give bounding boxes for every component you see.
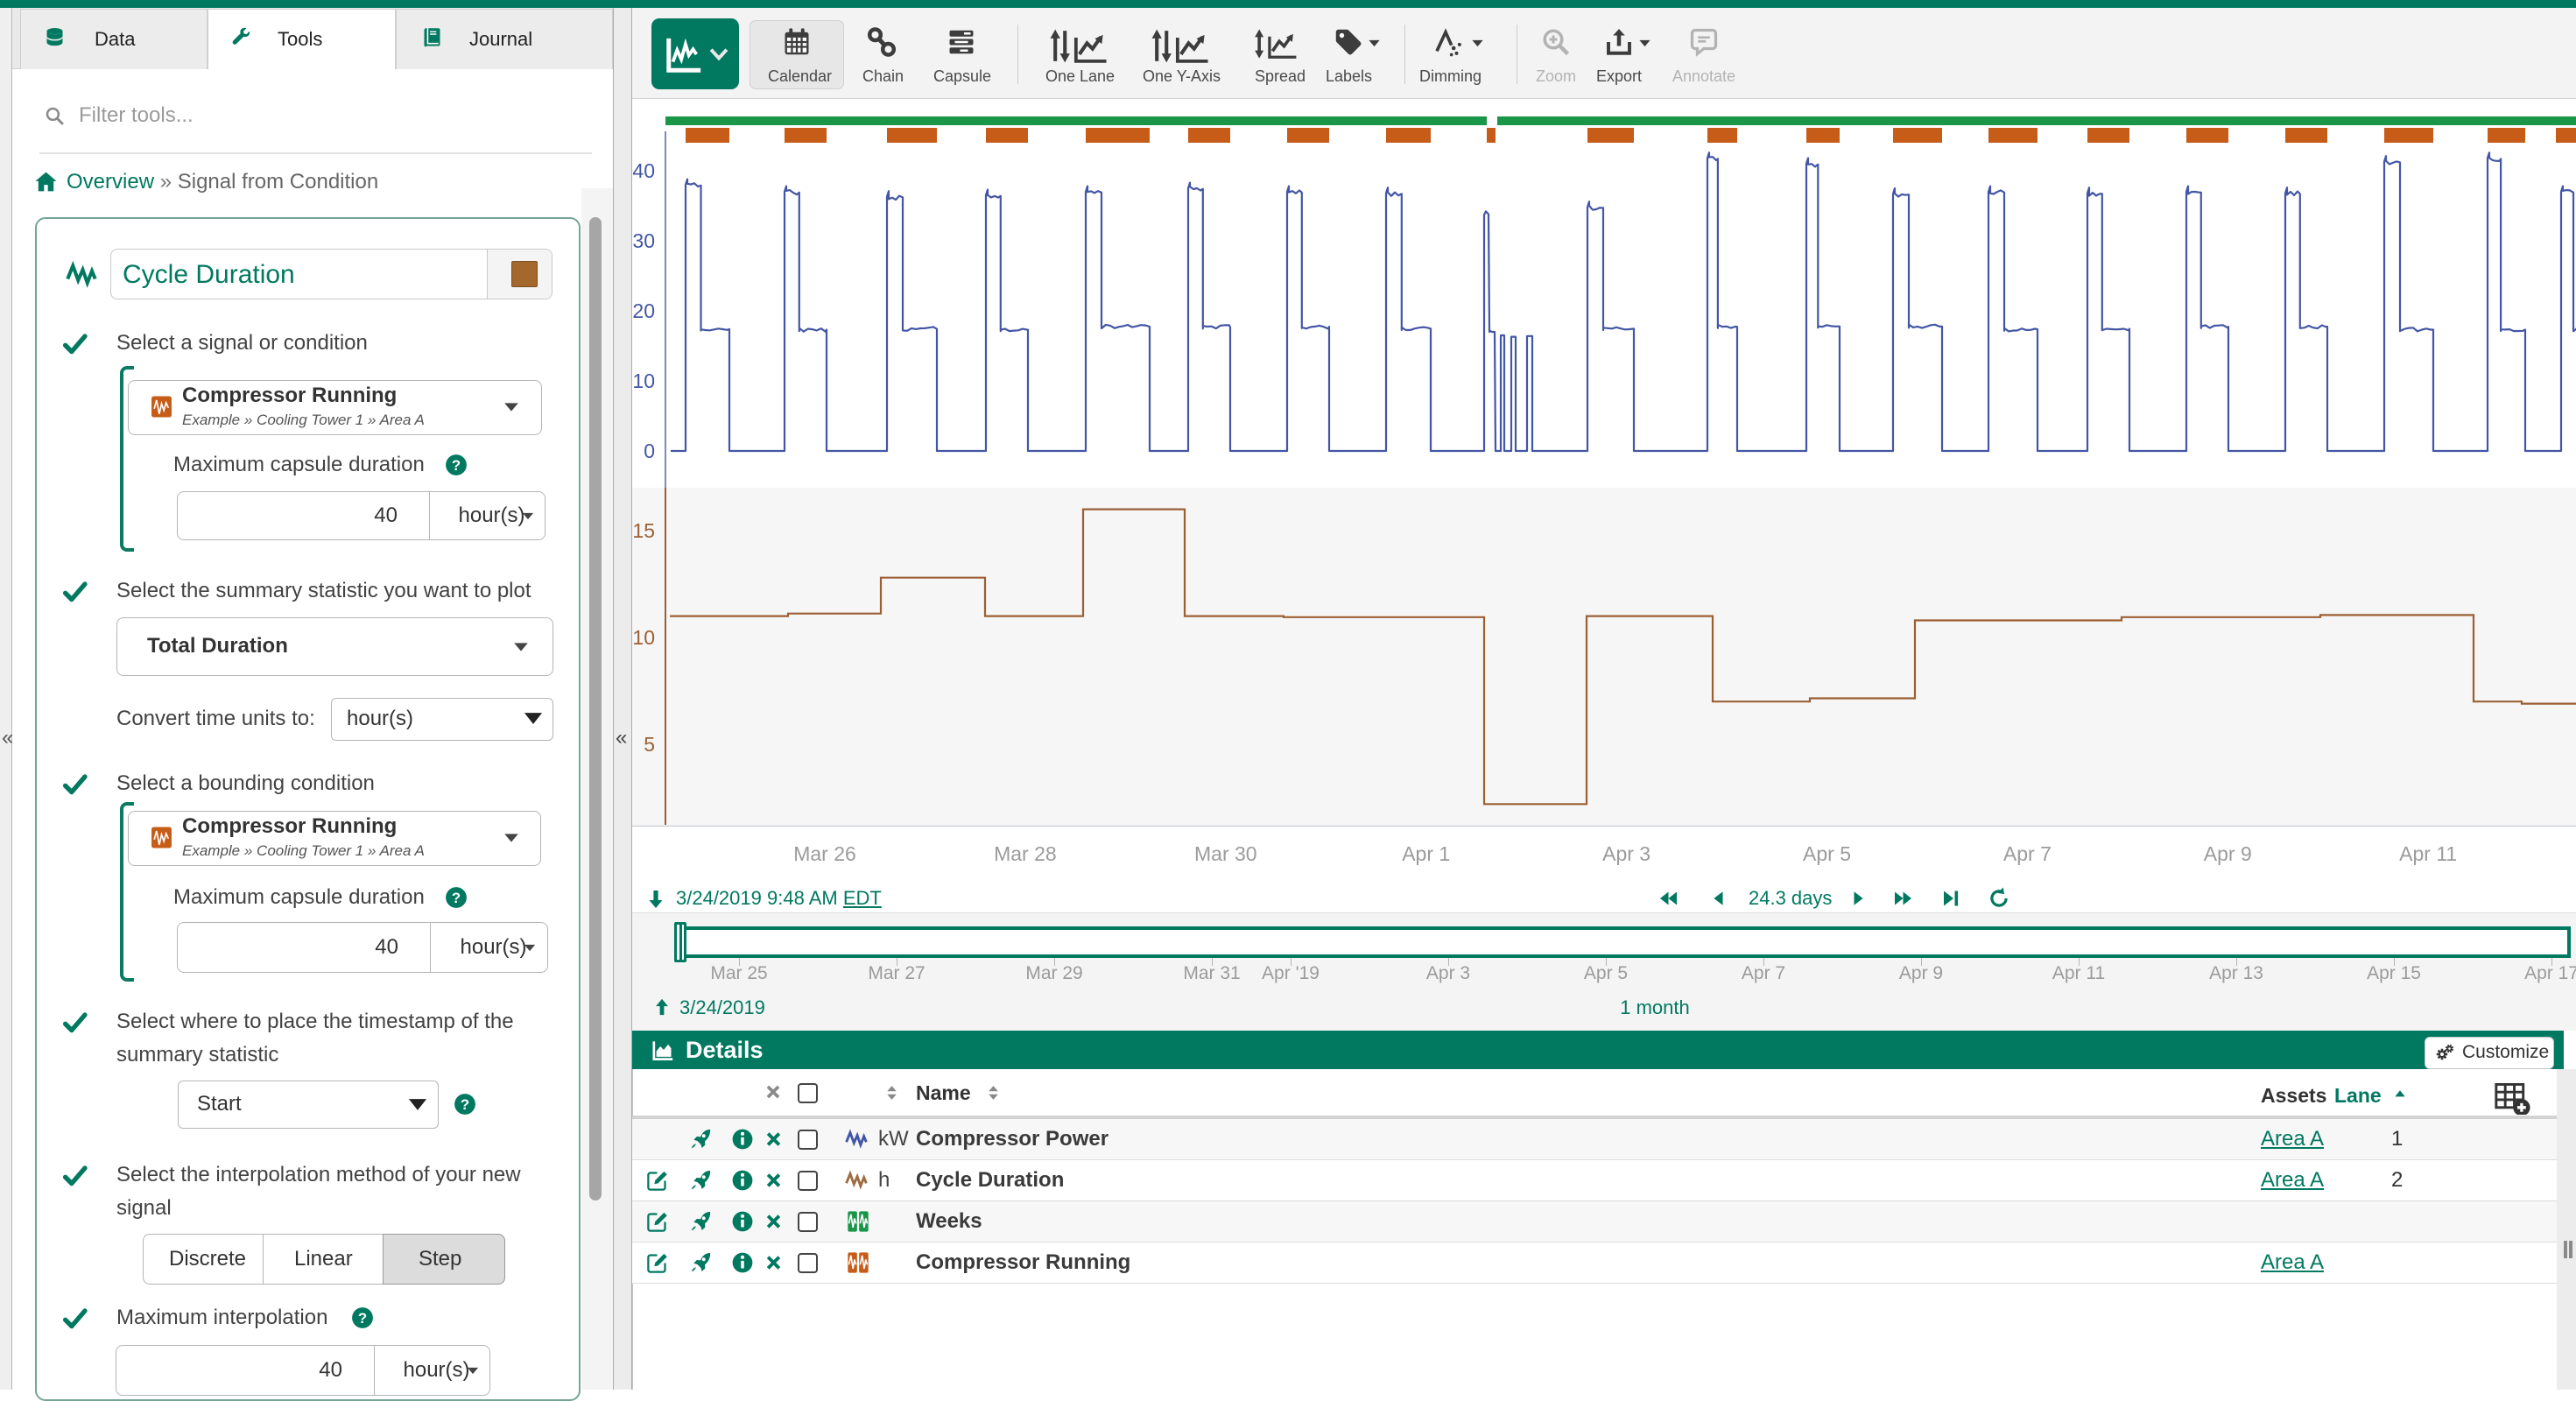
svg-text:?: ? (358, 1310, 367, 1327)
svg-text:?: ? (461, 1096, 469, 1113)
svg-text:?: ? (452, 457, 461, 474)
svg-text:?: ? (452, 890, 461, 906)
